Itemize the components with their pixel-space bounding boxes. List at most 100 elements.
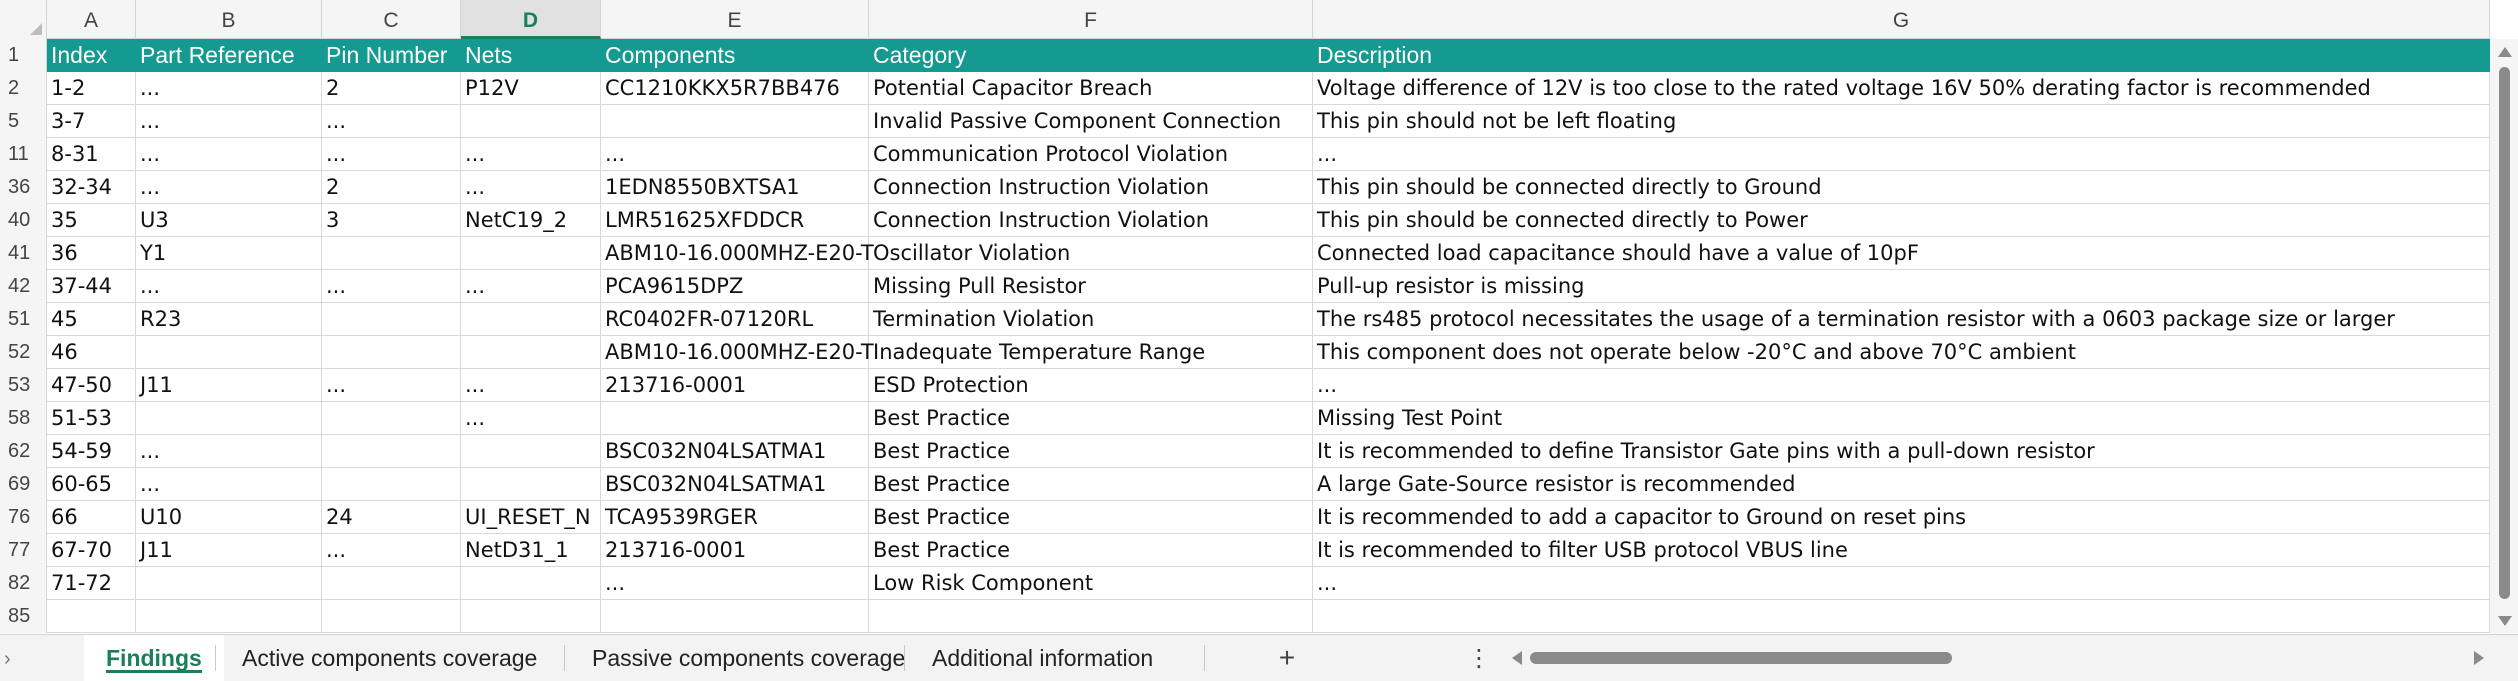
cell-c[interactable]: ... [322, 105, 461, 138]
cell-b[interactable] [136, 567, 322, 600]
cell-g[interactable]: It is recommended to add a capacitor to … [1313, 501, 2490, 534]
cell-g[interactable]: Connected load capacitance should have a… [1313, 237, 2490, 270]
row-number[interactable]: 40 [0, 204, 47, 237]
cell-e[interactable]: ABM10-16.000MHZ-E20-T [601, 237, 874, 270]
cell-e[interactable]: ... [601, 567, 869, 600]
cell-c[interactable] [322, 600, 461, 633]
sheet-tab-2[interactable]: Active components coverage [220, 635, 559, 681]
column-header-b[interactable]: B [136, 0, 322, 39]
row-number[interactable]: 11 [0, 138, 47, 171]
scroll-right-arrow-icon[interactable] [2474, 651, 2484, 665]
row-number[interactable]: 36 [0, 171, 47, 204]
column-header-e[interactable]: E [601, 0, 869, 39]
cell-c[interactable]: ... [322, 534, 461, 567]
column-header-f[interactable]: F [869, 0, 1313, 39]
cell-f[interactable]: Inadequate Temperature Range [869, 336, 1313, 369]
scroll-left-arrow-icon[interactable] [1512, 651, 1522, 665]
column-header-a[interactable]: A [47, 0, 136, 39]
row-number[interactable]: 85 [0, 600, 47, 633]
cell-e[interactable]: ... [601, 138, 869, 171]
row-number[interactable]: 77 [0, 534, 47, 567]
cell-d[interactable]: ... [461, 369, 601, 402]
cell-e[interactable] [601, 105, 869, 138]
cell-f[interactable]: Potential Capacitor Breach [869, 72, 1313, 105]
cell-g[interactable]: It is recommended to filter USB protocol… [1313, 534, 2490, 567]
cell-a[interactable]: 60-65 [47, 468, 136, 501]
cell-b[interactable]: ... [136, 468, 322, 501]
cell-c[interactable]: 24 [322, 501, 461, 534]
cell-d[interactable] [461, 303, 601, 336]
sheet-tab-3[interactable]: Passive components coverage [570, 635, 927, 681]
cell-a[interactable]: 47-50 [47, 369, 136, 402]
cell-d[interactable]: UI_RESET_N [461, 501, 601, 534]
scroll-down-arrow-icon[interactable] [2498, 616, 2512, 626]
cell-e[interactable]: PCA9615DPZ [601, 270, 869, 303]
cell-c[interactable] [322, 435, 461, 468]
more-options-icon[interactable]: ⋮ [1467, 641, 1491, 677]
cell-f[interactable]: Best Practice [869, 402, 1313, 435]
cell-f[interactable]: Best Practice [869, 501, 1313, 534]
cell-d[interactable]: ... [461, 138, 601, 171]
cell-d[interactable] [461, 468, 601, 501]
header-cell-g[interactable]: Description [1313, 39, 2490, 72]
row-number[interactable]: 41 [0, 237, 47, 270]
cell-g[interactable]: Missing Test Point [1313, 402, 2490, 435]
cell-b[interactable]: ... [136, 72, 322, 105]
row-number[interactable]: 42 [0, 270, 47, 303]
scroll-up-arrow-icon[interactable] [2498, 47, 2512, 57]
cell-c[interactable] [322, 237, 461, 270]
horizontal-scrollbar[interactable] [1530, 649, 2466, 667]
cell-c[interactable]: ... [322, 369, 461, 402]
cell-f[interactable]: Best Practice [869, 534, 1313, 567]
cell-b[interactable]: J11 [136, 534, 322, 567]
header-cell-a[interactable]: Index [47, 39, 136, 72]
cell-a[interactable]: 35 [47, 204, 136, 237]
sheet-tab-4[interactable]: Additional information [910, 635, 1175, 681]
header-cell-d[interactable]: Nets [461, 39, 601, 72]
cell-a[interactable]: 54-59 [47, 435, 136, 468]
header-cell-b[interactable]: Part Reference [136, 39, 322, 72]
cell-f[interactable]: Termination Violation [869, 303, 1313, 336]
cell-c[interactable]: 2 [322, 171, 461, 204]
cell-d[interactable] [461, 600, 601, 633]
cell-c[interactable] [322, 336, 461, 369]
cell-b[interactable]: ... [136, 435, 322, 468]
row-number[interactable]: 62 [0, 435, 47, 468]
header-cell-e[interactable]: Components [601, 39, 869, 72]
cell-b[interactable]: ... [136, 138, 322, 171]
cell-b[interactable]: ... [136, 171, 322, 204]
row-number[interactable]: 52 [0, 336, 47, 369]
cell-g[interactable]: This component does not operate below -2… [1313, 336, 2490, 369]
column-header-d[interactable]: D [461, 0, 601, 39]
cell-b[interactable]: U10 [136, 501, 322, 534]
cell-a[interactable]: 51-53 [47, 402, 136, 435]
cell-c[interactable]: 2 [322, 72, 461, 105]
cell-e[interactable]: CC1210KKX5R7BB476 [601, 72, 869, 105]
cell-e[interactable]: 213716-0001 [601, 534, 869, 567]
row-number[interactable]: 2 [0, 72, 47, 105]
cell-c[interactable] [322, 468, 461, 501]
cell-g[interactable]: Voltage difference of 12V is too close t… [1313, 72, 2490, 105]
cell-a[interactable]: 36 [47, 237, 136, 270]
cell-f[interactable]: Oscillator Violation [869, 237, 1313, 270]
cell-b[interactable] [136, 600, 322, 633]
cell-f[interactable]: Communication Protocol Violation [869, 138, 1313, 171]
row-number[interactable]: 58 [0, 402, 47, 435]
row-number[interactable]: 1 [0, 39, 47, 72]
spreadsheet-grid[interactable]: ABCDEFG 1 Index Part Reference Pin Number Ne… [0, 0, 2490, 634]
cell-f[interactable]: Invalid Passive Component Connection [869, 105, 1313, 138]
cell-g[interactable] [1313, 600, 2490, 633]
sheet-nav-chevron-icon[interactable]: › [4, 648, 11, 671]
cell-d[interactable] [461, 567, 601, 600]
cell-c[interactable] [322, 303, 461, 336]
row-number[interactable]: 82 [0, 567, 47, 600]
cell-e[interactable]: 1EDN8550BXTSA1 [601, 171, 869, 204]
vertical-scrollbar[interactable] [2490, 39, 2518, 634]
row-number[interactable]: 51 [0, 303, 47, 336]
cell-b[interactable]: ... [136, 270, 322, 303]
cell-c[interactable]: 3 [322, 204, 461, 237]
cell-g[interactable]: A large Gate-Source resistor is recommen… [1313, 468, 2490, 501]
cell-d[interactable]: ... [461, 171, 601, 204]
cell-g[interactable]: The rs485 protocol necessitates the usag… [1313, 303, 2490, 336]
add-sheet-button[interactable]: + [1272, 639, 1302, 677]
